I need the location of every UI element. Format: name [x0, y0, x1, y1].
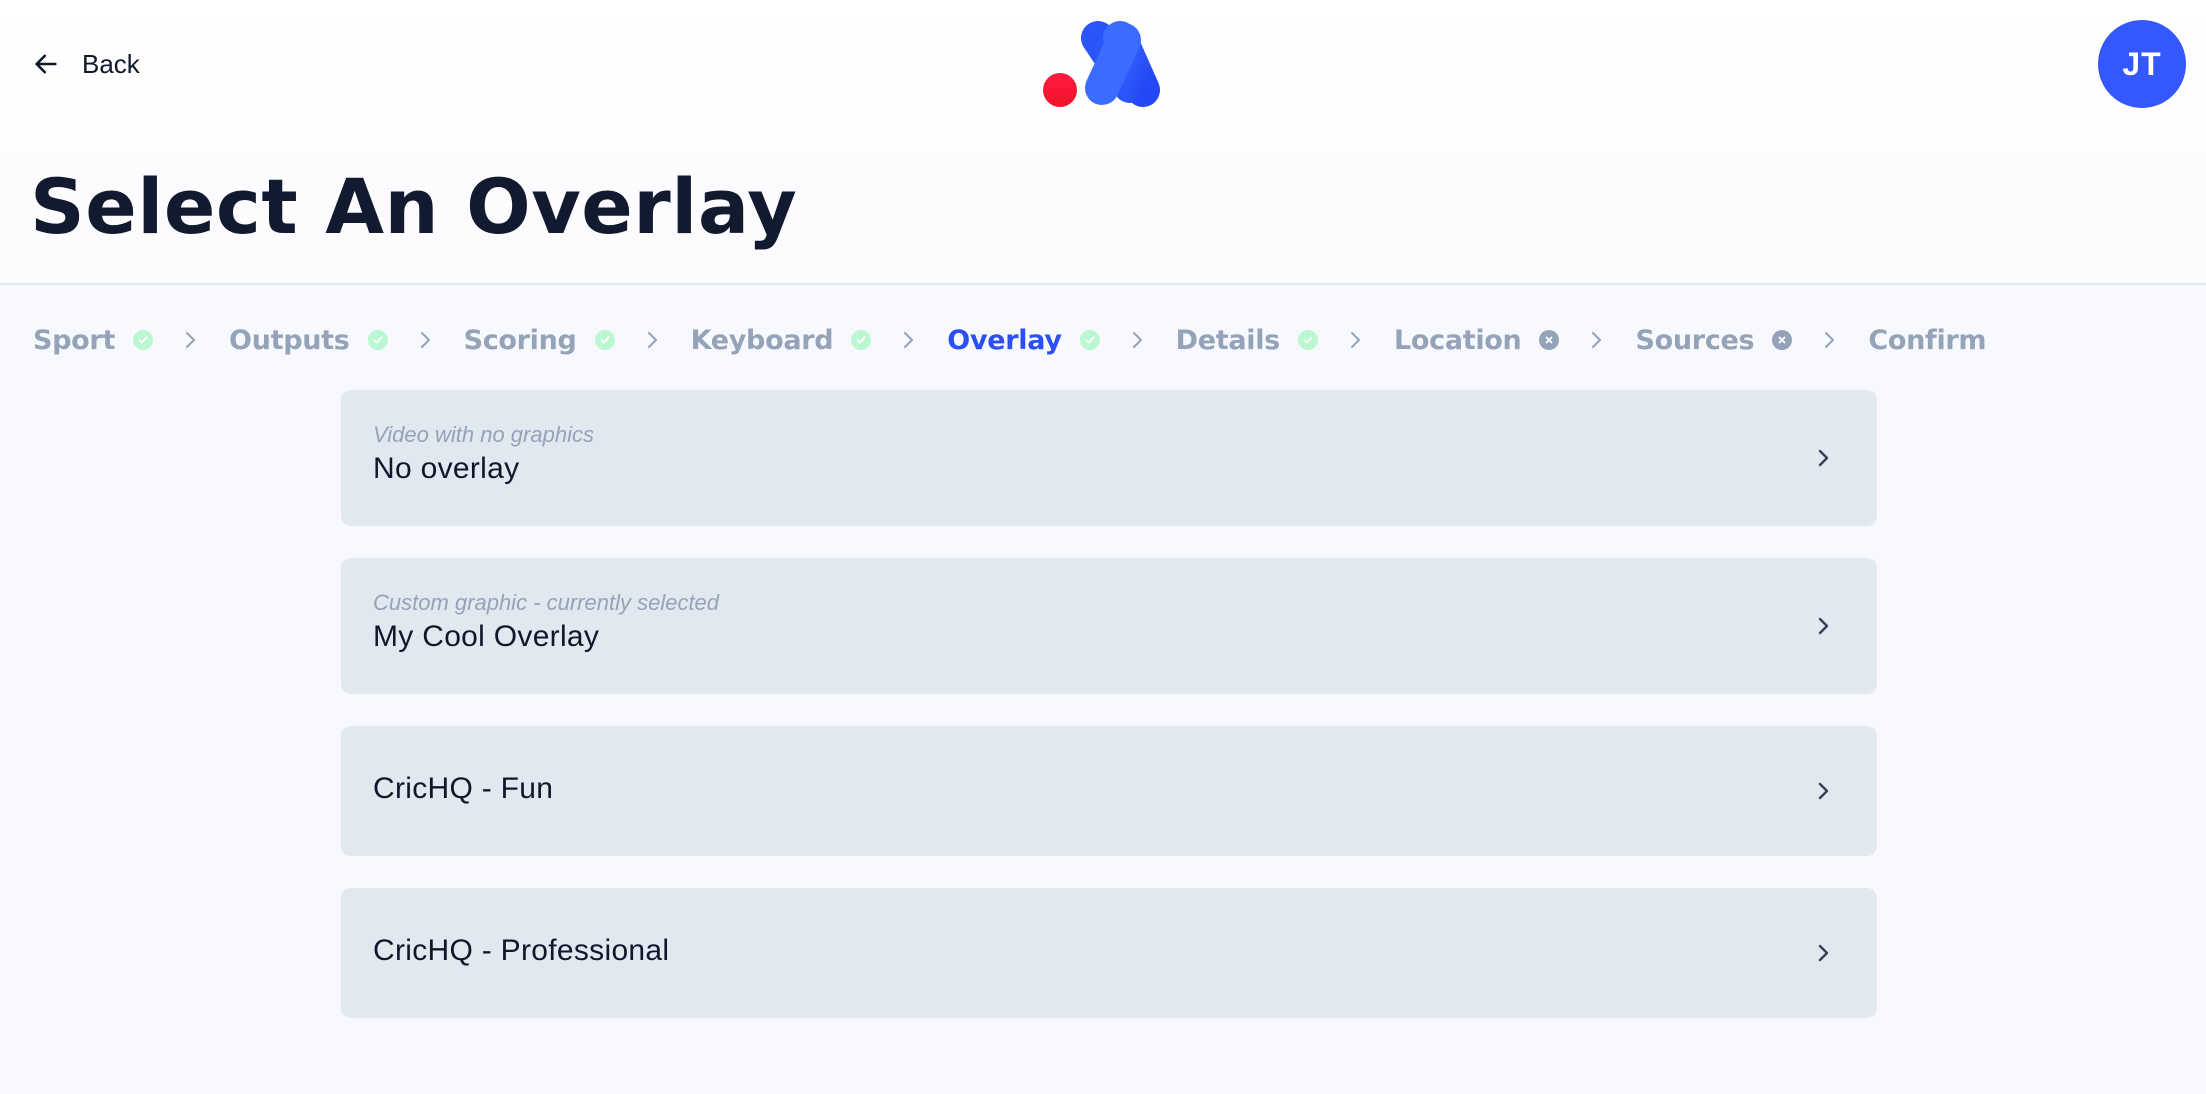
option-title: CricHQ - Fun — [373, 772, 554, 805]
step-label: Sport — [33, 324, 116, 356]
step-label: Confirm — [1868, 324, 1987, 356]
chevron-right-icon — [1817, 447, 1831, 469]
x-circle-icon — [1539, 330, 1560, 350]
step-scoring[interactable]: Scoring — [464, 325, 615, 356]
option-title: CricHQ - Professional — [373, 934, 670, 967]
step-sources[interactable]: Sources — [1635, 324, 1793, 356]
step-label: Details — [1175, 324, 1281, 356]
step-label: Keyboard — [690, 324, 834, 356]
step-label: Sources — [1635, 324, 1755, 356]
step-overlay[interactable]: Overlay — [947, 324, 1100, 356]
chevron-right-icon — [1348, 329, 1364, 351]
step-confirm[interactable]: Confirm — [1868, 325, 1986, 356]
overlay-option[interactable]: CricHQ - Professional — [341, 888, 1877, 1018]
check-circle-icon — [851, 330, 872, 350]
overlay-option[interactable]: Custom graphic - currently selected My Co… — [341, 558, 1877, 694]
back-label: Back — [82, 48, 140, 79]
step-label: Scoring — [463, 324, 577, 356]
chevron-right-icon — [1817, 780, 1831, 802]
overlay-option[interactable]: Video with no graphics No overlay — [341, 390, 1877, 526]
chevron-right-icon — [1822, 329, 1838, 351]
header: Back JT Select An Overlay — [0, 0, 2206, 285]
x-circle-icon — [1772, 330, 1793, 350]
step-sport[interactable]: Sport — [33, 324, 154, 356]
option-subtitle: Custom graphic - currently selected — [373, 590, 720, 615]
step-details[interactable]: Details — [1176, 325, 1318, 356]
check-circle-icon — [1297, 330, 1318, 350]
page-title: Select An Overlay — [30, 162, 798, 251]
check-circle-icon — [1079, 330, 1100, 350]
step-location[interactable]: Location — [1394, 325, 1560, 356]
stepper: Sport Outputs Scoring Keyboard Overlay Detail… — [33, 320, 1987, 360]
overlay-option[interactable]: CricHQ - Fun — [341, 726, 1877, 856]
user-avatar[interactable]: JT — [2098, 20, 2186, 108]
chevron-right-icon — [183, 329, 199, 351]
step-keyboard[interactable]: Keyboard — [691, 325, 872, 356]
option-title: My Cool Overlay — [373, 620, 600, 653]
option-title: No overlay — [373, 452, 520, 485]
app-logo[interactable] — [1040, 18, 1176, 110]
step-label: Location — [1393, 324, 1522, 356]
step-label: Overlay — [947, 324, 1062, 356]
chevron-right-icon — [418, 329, 434, 351]
arrow-left-icon — [35, 54, 57, 74]
chevron-right-icon — [1130, 329, 1146, 351]
check-circle-icon — [133, 330, 154, 350]
check-circle-icon — [367, 330, 388, 350]
chevron-right-icon — [645, 329, 661, 351]
chevron-right-icon — [901, 329, 917, 351]
step-label: Outputs — [229, 324, 350, 356]
chevron-right-icon — [1589, 329, 1605, 351]
back-button[interactable]: Back — [32, 46, 140, 82]
chevron-right-icon — [1817, 615, 1831, 637]
option-subtitle: Video with no graphics — [373, 422, 594, 447]
overlay-options-list: Video with no graphics No overlay Custom g… — [341, 390, 1877, 1050]
chevron-right-icon — [1817, 942, 1831, 964]
check-circle-icon — [594, 330, 615, 350]
step-outputs[interactable]: Outputs — [229, 325, 388, 356]
